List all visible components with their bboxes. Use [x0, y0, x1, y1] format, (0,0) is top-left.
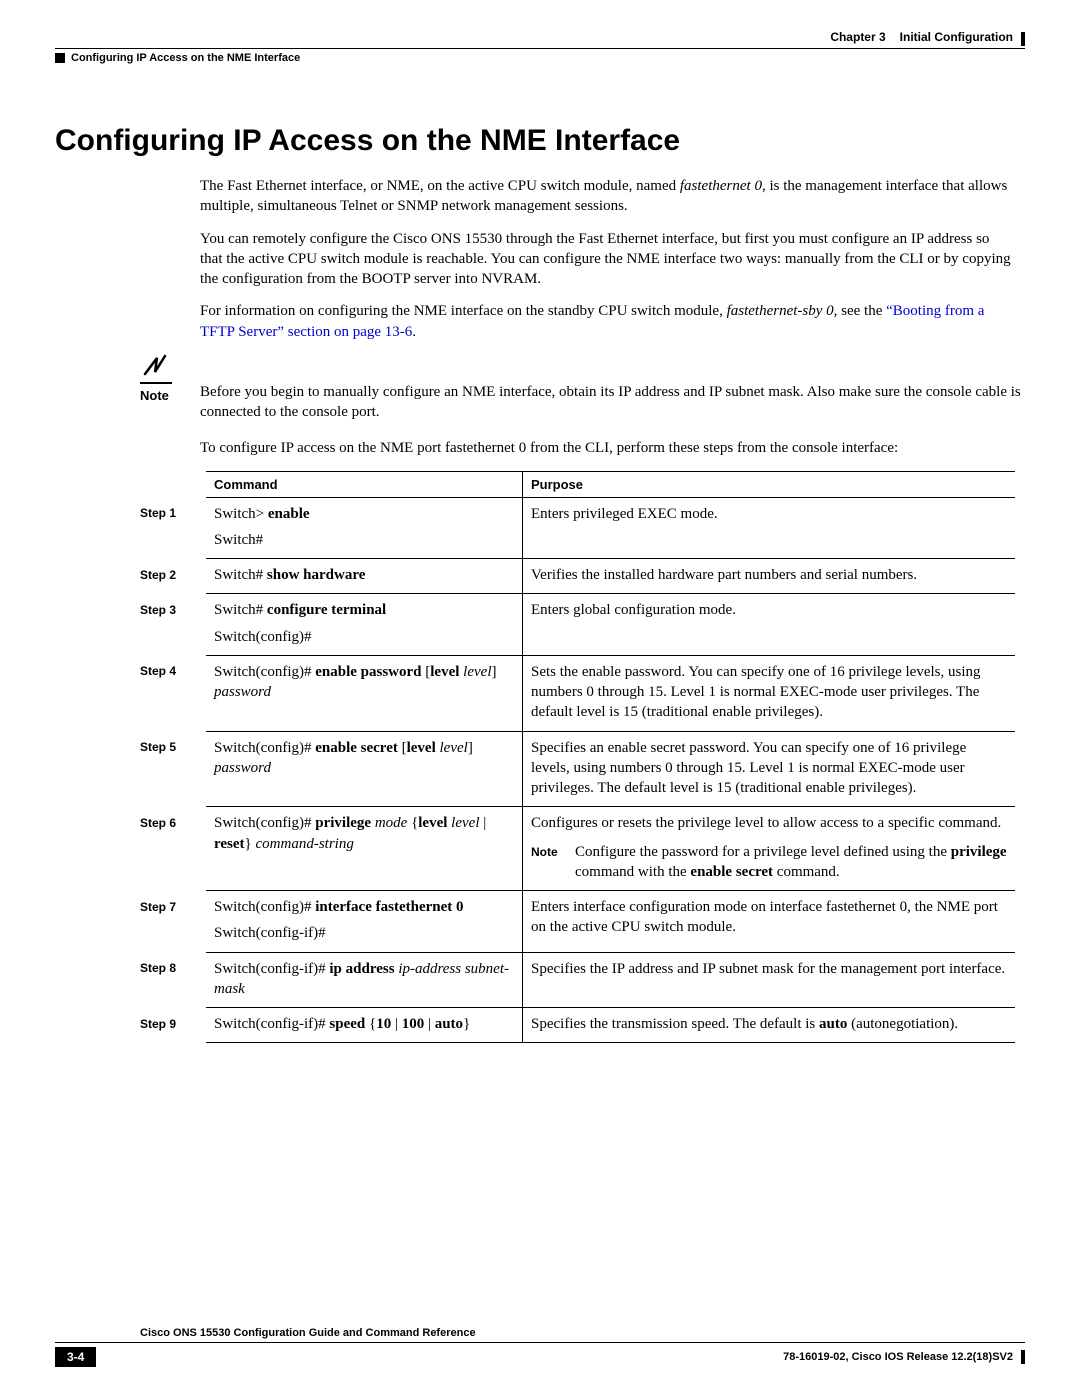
paragraph-1: The Fast Ethernet interface, or NME, on … [200, 176, 1015, 217]
body-text-2: To configure IP access on the NME port f… [200, 438, 1015, 458]
purpose-cell: Configures or resets the privilege level… [523, 807, 1016, 891]
page-footer: Cisco ONS 15530 Configuration Guide and … [55, 1327, 1025, 1367]
command-cell: Switch# configure terminalSwitch(config)… [206, 594, 523, 656]
table-row: Step 8Switch(config-if)# ip address ip-a… [140, 952, 1015, 1008]
purpose-cell: Sets the enable password. You can specif… [523, 655, 1016, 731]
chapter-number: Chapter 3 [830, 30, 885, 44]
footer-mark-icon [1021, 1350, 1025, 1364]
purpose-cell: Specifies an enable secret password. You… [523, 731, 1016, 807]
command-cell: Switch(config-if)# ip address ip-address… [206, 952, 523, 1008]
section-title: Configuring IP Access on the NME Interfa… [71, 52, 300, 64]
table-row: Step 7Switch(config)# interface fastethe… [140, 891, 1015, 953]
command-cell: Switch(config)# interface fastethernet 0… [206, 891, 523, 953]
command-cell: Switch# show hardware [206, 559, 523, 594]
table-row: Step 4Switch(config)# enable password [l… [140, 655, 1015, 731]
step-label: Step 3 [140, 594, 206, 656]
command-cell: Switch(config)# enable secret [level lev… [206, 731, 523, 807]
page-number-badge: 3-4 [55, 1347, 96, 1367]
purpose-header: Purpose [523, 471, 1016, 497]
note-block: Note Before you begin to manually config… [140, 362, 1025, 423]
paragraph-4: To configure IP access on the NME port f… [200, 438, 1015, 458]
command-cell: Switch> enableSwitch# [206, 497, 523, 559]
purpose-cell: Enters interface configuration mode on i… [523, 891, 1016, 953]
purpose-cell: Enters privileged EXEC mode. [523, 497, 1016, 559]
command-header: Command [206, 471, 523, 497]
header-mark-icon [1021, 32, 1025, 46]
body-text: The Fast Ethernet interface, or NME, on … [200, 176, 1015, 342]
running-header: Chapter 3 Initial Configuration [830, 30, 1013, 48]
step-label: Step 9 [140, 1008, 206, 1043]
table-row: Step 9Switch(config-if)# speed {10 | 100… [140, 1008, 1015, 1043]
footer-doc-title: Cisco ONS 15530 Configuration Guide and … [55, 1327, 1025, 1343]
paragraph-3: For information on configuring the NME i… [200, 301, 1015, 342]
step-header [140, 471, 206, 497]
chapter-title: Initial Configuration [900, 30, 1013, 44]
page: Chapter 3 Initial Configuration Configur… [0, 0, 1080, 1397]
running-subheader: Configuring IP Access on the NME Interfa… [55, 48, 1025, 64]
steps-table: Command Purpose Step 1Switch> enableSwit… [140, 471, 1015, 1044]
page-title: Configuring IP Access on the NME Interfa… [55, 124, 1025, 158]
table-row: Step 5Switch(config)# enable secret [lev… [140, 731, 1015, 807]
step-label: Step 6 [140, 807, 206, 891]
table-row: Step 3Switch# configure terminalSwitch(c… [140, 594, 1015, 656]
step-label: Step 4 [140, 655, 206, 731]
purpose-cell: Verifies the installed hardware part num… [523, 559, 1016, 594]
purpose-cell: Specifies the IP address and IP subnet m… [523, 952, 1016, 1008]
table-row: Step 6Switch(config)# privilege mode {le… [140, 807, 1015, 891]
paragraph-2: You can remotely configure the Cisco ONS… [200, 229, 1015, 290]
section-mark-icon [55, 53, 65, 63]
command-cell: Switch(config)# enable password [level l… [206, 655, 523, 731]
purpose-cell: Specifies the transmission speed. The de… [523, 1008, 1016, 1043]
running-header-row: Chapter 3 Initial Configuration [55, 30, 1025, 48]
step-label: Step 8 [140, 952, 206, 1008]
step-label: Step 5 [140, 731, 206, 807]
step-label: Step 2 [140, 559, 206, 594]
inline-note: NoteConfigure the password for a privile… [531, 842, 1007, 883]
step-label: Step 1 [140, 497, 206, 559]
note-text: Before you begin to manually configure a… [200, 362, 1025, 423]
table-row: Step 2Switch# show hardwareVerifies the … [140, 559, 1015, 594]
command-cell: Switch(config)# privilege mode {level le… [206, 807, 523, 891]
note-icon [140, 362, 172, 384]
purpose-cell: Enters global configuration mode. [523, 594, 1016, 656]
command-cell: Switch(config-if)# speed {10 | 100 | aut… [206, 1008, 523, 1043]
table-row: Step 1Switch> enableSwitch#Enters privil… [140, 497, 1015, 559]
footer-release: 78-16019-02, Cisco IOS Release 12.2(18)S… [783, 1351, 1013, 1363]
step-label: Step 7 [140, 891, 206, 953]
note-label: Note [140, 388, 200, 403]
